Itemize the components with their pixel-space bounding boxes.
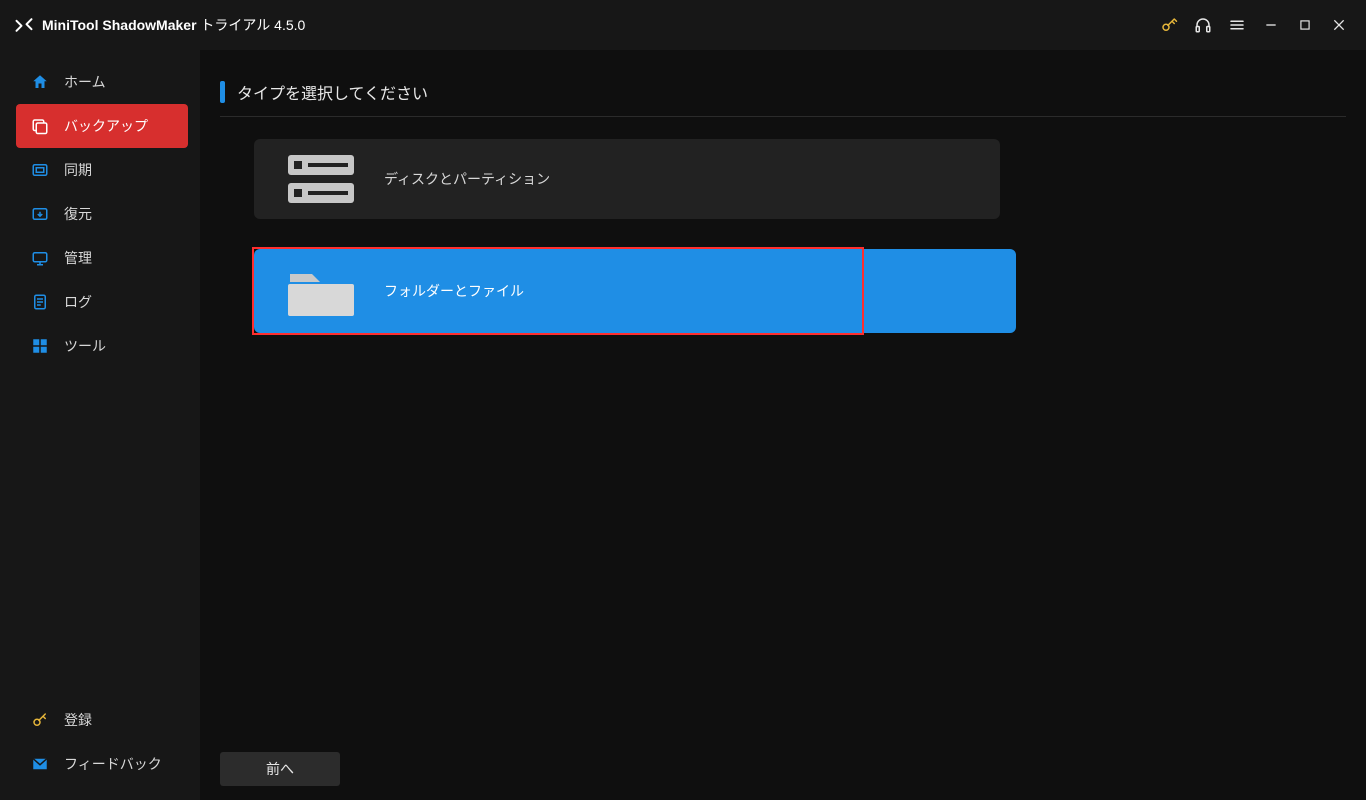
prev-button[interactable]: 前へ bbox=[220, 752, 340, 786]
sidebar-item-restore[interactable]: 復元 bbox=[16, 192, 188, 236]
sidebar-item-label: ログ bbox=[64, 292, 92, 312]
sidebar-item-label: バックアップ bbox=[64, 116, 148, 136]
tools-icon bbox=[30, 337, 50, 355]
minimize-icon[interactable] bbox=[1254, 8, 1288, 42]
sidebar-item-label: 同期 bbox=[64, 160, 92, 180]
option-label: フォルダーとファイル bbox=[384, 281, 524, 301]
log-icon bbox=[30, 293, 50, 311]
disk-icon bbox=[286, 153, 356, 205]
folder-icon bbox=[286, 264, 356, 318]
sidebar-item-label: フィードバック bbox=[64, 754, 162, 774]
close-icon[interactable] bbox=[1322, 8, 1356, 42]
menu-icon[interactable] bbox=[1220, 8, 1254, 42]
sidebar: ホーム バックアップ 同期 復元 bbox=[0, 50, 200, 800]
titlebar: MiniTool ShadowMaker トライアル 4.5.0 bbox=[0, 0, 1366, 50]
sidebar-item-register[interactable]: 登録 bbox=[16, 698, 188, 742]
manage-icon bbox=[30, 249, 50, 267]
option-folders-files[interactable]: フォルダーとファイル bbox=[254, 249, 1016, 333]
backup-icon bbox=[30, 117, 50, 135]
sidebar-item-label: 登録 bbox=[64, 710, 92, 730]
sidebar-item-backup[interactable]: バックアップ bbox=[16, 104, 188, 148]
sidebar-item-log[interactable]: ログ bbox=[16, 280, 188, 324]
app-logo-icon bbox=[14, 15, 34, 35]
main-panel: タイプを選択してください ディスクとパーティション bbox=[200, 50, 1366, 800]
sync-icon bbox=[30, 161, 50, 179]
sidebar-item-label: ホーム bbox=[64, 72, 106, 92]
home-icon bbox=[30, 73, 50, 91]
sidebar-item-label: 復元 bbox=[64, 204, 92, 224]
app-title: MiniTool ShadowMaker トライアル 4.5.0 bbox=[42, 15, 305, 35]
license-key-icon[interactable] bbox=[1152, 8, 1186, 42]
page-title: タイプを選択してください bbox=[237, 80, 428, 104]
sidebar-item-label: 管理 bbox=[64, 248, 92, 268]
heading-accent-bar bbox=[220, 81, 225, 103]
option-disk-partition[interactable]: ディスクとパーティション bbox=[254, 139, 1000, 219]
page-heading: タイプを選択してください bbox=[220, 80, 1346, 117]
sidebar-item-label: ツール bbox=[64, 336, 106, 356]
sidebar-item-feedback[interactable]: フィードバック bbox=[16, 742, 188, 786]
restore-icon bbox=[30, 205, 50, 223]
mail-icon bbox=[30, 755, 50, 773]
key-icon bbox=[30, 711, 50, 729]
option-label: ディスクとパーティション bbox=[384, 169, 550, 189]
sidebar-item-manage[interactable]: 管理 bbox=[16, 236, 188, 280]
sidebar-item-tools[interactable]: ツール bbox=[16, 324, 188, 368]
headphones-icon[interactable] bbox=[1186, 8, 1220, 42]
sidebar-item-sync[interactable]: 同期 bbox=[16, 148, 188, 192]
maximize-icon[interactable] bbox=[1288, 8, 1322, 42]
sidebar-item-home[interactable]: ホーム bbox=[16, 60, 188, 104]
app-brand: MiniTool ShadowMaker トライアル 4.5.0 bbox=[14, 15, 305, 35]
